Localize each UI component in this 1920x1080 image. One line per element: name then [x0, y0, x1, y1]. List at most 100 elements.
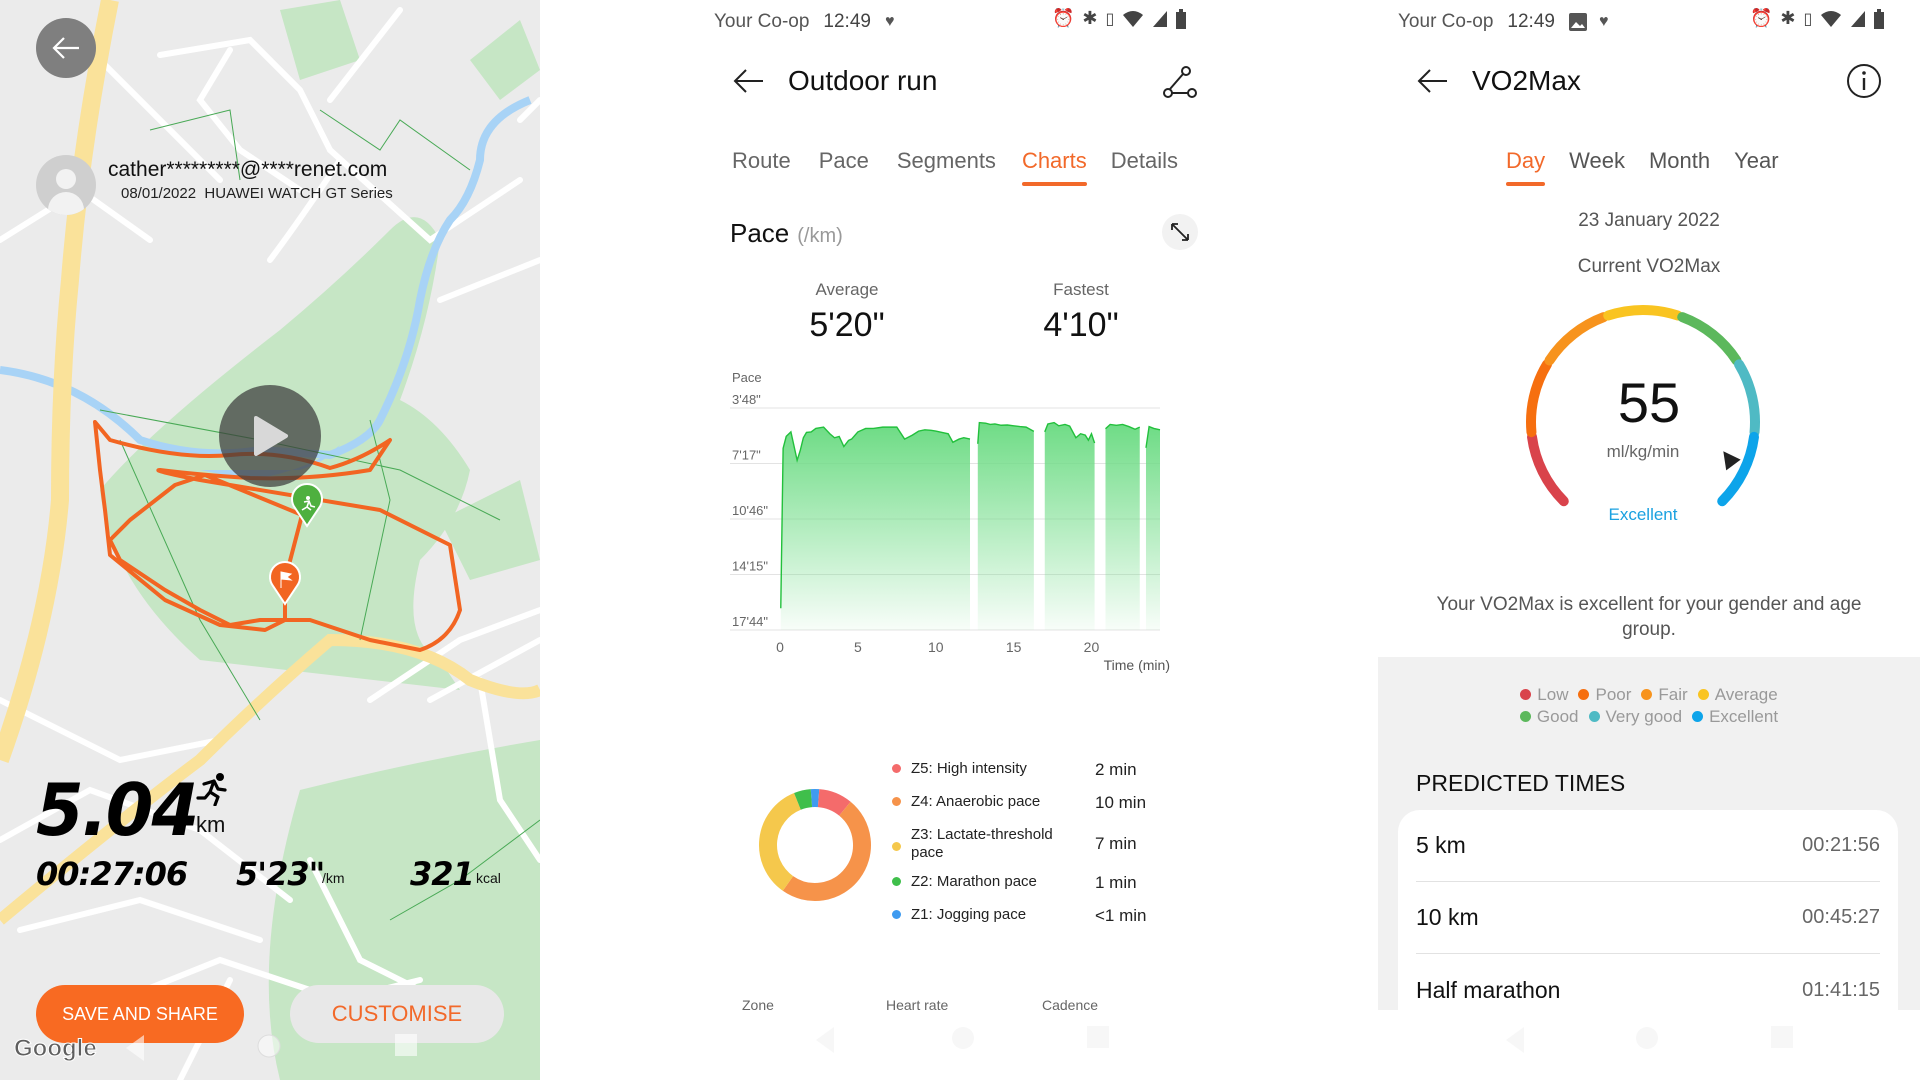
zone-name: Z1: Jogging pace: [911, 906, 1027, 923]
battery-icon: [1176, 8, 1187, 29]
duration-value: 00:27:06: [36, 855, 188, 893]
park-area: [280, 0, 360, 80]
bottom-tab-cadence[interactable]: Cadence: [1042, 997, 1098, 1013]
play-route-button[interactable]: [219, 385, 321, 487]
device-name: HUAWEI WATCH GT Series: [204, 185, 393, 202]
heart-rate-zone-donut: [759, 789, 871, 901]
legend-dot: [1697, 689, 1709, 700]
zone-name: Z5: High intensity: [911, 760, 1027, 777]
zone-color-dot: [892, 910, 901, 919]
vo2max-legend: Low Poor Fair Average Good Very good Excellent: [1378, 684, 1920, 728]
tab-month[interactable]: Month: [1649, 148, 1710, 186]
tab-year[interactable]: Year: [1734, 148, 1778, 186]
pace-chart[interactable]: Pace 3'48" 7'17" 10'46" 14'15" 17'44" 0 5 10 15 20…: [730, 360, 1170, 680]
predicted-row-5km[interactable]: 5 km 00:21:56: [1416, 810, 1880, 882]
zone-color-dot: [892, 841, 901, 851]
legend-label: Good: [1536, 707, 1579, 726]
play-icon: [254, 416, 288, 456]
vo2max-description: Your VO2Max is excellent for your gender…: [1436, 594, 1862, 640]
back-button[interactable]: [36, 18, 96, 78]
legend-item: Low: [1520, 685, 1568, 704]
nav-back-icon[interactable]: [812, 1025, 836, 1055]
zone-legend-item: Z5: High intensity 2 min: [892, 760, 1137, 780]
tab-details[interactable]: Details: [1111, 148, 1178, 186]
pace-area-segment: [1044, 422, 1095, 630]
heart-rate-icon: ♥: [884, 13, 895, 30]
zone-name: Z4: Anaerobic pace: [911, 793, 1041, 810]
y-axis-title: Pace: [732, 370, 762, 385]
alarm-icon: ⏰: [1052, 8, 1075, 28]
status-bar: Your Co-op 12:49 ♥: [714, 8, 894, 36]
tab-segments[interactable]: Segments: [897, 148, 996, 186]
current-vo2max-label: Current VO2Max: [1577, 256, 1721, 277]
pace-area-segment: [780, 427, 970, 630]
status-time: 12:49: [1507, 11, 1555, 32]
pace-unit: /km: [322, 870, 345, 886]
route-track-icon[interactable]: [1162, 66, 1198, 100]
tab-route[interactable]: Route: [732, 148, 791, 186]
legend-label: Average: [1714, 685, 1778, 704]
legend-dot: [1520, 689, 1532, 700]
nav-back-icon[interactable]: [1502, 1025, 1526, 1055]
predicted-row-10km[interactable]: 10 km 00:45:27: [1416, 882, 1880, 954]
bottom-tab-heart-rate[interactable]: Heart rate: [886, 997, 948, 1013]
x-tick-label: 20: [1084, 639, 1100, 655]
legend-dot: [1692, 711, 1704, 722]
calories-unit: kcal: [476, 870, 501, 886]
carrier-name: Your Co-op: [714, 11, 810, 32]
y-tick-label: 3'48": [732, 392, 761, 407]
alarm-icon: ⏰: [1750, 8, 1773, 28]
nav-home-icon[interactable]: [950, 1025, 976, 1051]
bottom-tab-zone[interactable]: Zone: [742, 997, 774, 1013]
zone-color-dot: [892, 877, 901, 886]
map-attribution: Google: [14, 1035, 98, 1063]
zone-legend-item: Z4: Anaerobic pace 10 min: [892, 793, 1146, 813]
nav-back-icon[interactable]: [122, 1033, 146, 1063]
pace-area-segment: [977, 422, 1034, 630]
zone-duration: 7 min: [1095, 834, 1137, 853]
vo2max-status: Excellent: [1608, 505, 1678, 524]
tab-charts[interactable]: Charts: [1021, 148, 1087, 186]
expand-chart-button[interactable]: [1162, 214, 1198, 250]
predicted-time: 00:21:56: [1802, 834, 1880, 856]
legend-item: Average: [1697, 685, 1778, 704]
zone-slice: [794, 789, 813, 810]
record-date: 08/01/2022: [121, 185, 197, 202]
tab-day[interactable]: Day: [1506, 148, 1546, 186]
nav-recents-icon[interactable]: [1086, 1025, 1110, 1049]
back-arrow-icon[interactable]: [732, 68, 764, 94]
nav-home-icon[interactable]: [256, 1033, 282, 1059]
nav-home-icon[interactable]: [1634, 1025, 1660, 1051]
distance-unit: km: [196, 812, 226, 837]
calories-value: 321: [410, 855, 475, 893]
x-tick-label: 0: [776, 639, 784, 655]
info-icon[interactable]: [1846, 63, 1882, 99]
predicted-row-half-marathon[interactable]: Half marathon 01:41:15: [1416, 954, 1880, 1010]
signal-icon: [1153, 10, 1168, 27]
zone-duration: 2 min: [1095, 760, 1137, 779]
y-tick-label: 10'46": [732, 503, 768, 518]
fastest-label: Fastest: [1053, 280, 1109, 299]
carrier-name: Your Co-op: [1398, 11, 1494, 32]
gauge-segment: [1544, 312, 1609, 366]
battery-icon: [1874, 8, 1885, 29]
tab-pace[interactable]: Pace: [819, 148, 869, 186]
status-icons: ⏰ ✱ ▯: [1052, 8, 1187, 29]
avatar: [36, 155, 96, 215]
y-tick-label: 17'44": [732, 614, 768, 629]
nav-recents-icon[interactable]: [1770, 1025, 1794, 1049]
legend-item: Excellent: [1692, 707, 1778, 726]
page-title: Outdoor run: [788, 65, 938, 96]
zone-duration: <1 min: [1095, 906, 1147, 925]
legend-label: Low: [1537, 685, 1569, 704]
arrow-left-icon: [52, 37, 79, 59]
back-arrow-icon[interactable]: [1416, 68, 1448, 94]
tab-week[interactable]: Week: [1569, 148, 1625, 186]
legend-dot: [1641, 689, 1653, 700]
wifi-icon: [1123, 10, 1144, 27]
zone-legend-item: Z2: Marathon pace 1 min: [892, 873, 1137, 893]
nav-recents-icon[interactable]: [394, 1033, 418, 1057]
fastest-pace: Fastest 4'10": [981, 280, 1181, 345]
period-tab-bar: Day Week Month Year: [1506, 148, 1803, 186]
x-tick-label: 15: [1006, 639, 1022, 655]
